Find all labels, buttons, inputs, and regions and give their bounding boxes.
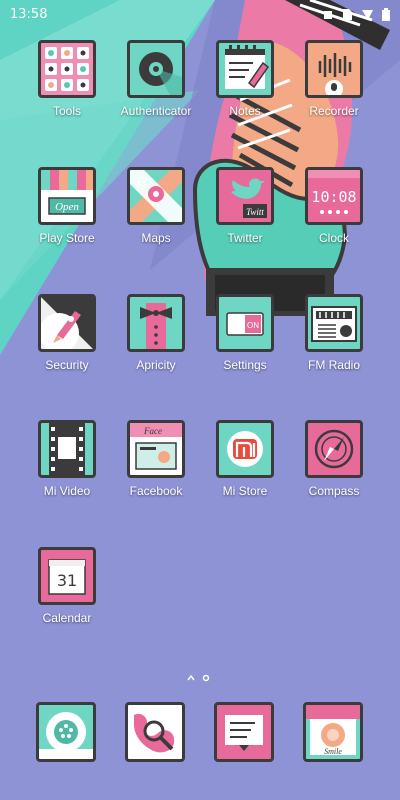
app-label: Apricity: [136, 358, 176, 372]
apricity-icon: [127, 294, 185, 352]
clock-time: 13:58: [10, 7, 48, 22]
notes-icon: [216, 40, 274, 98]
twitter-sign: Twitt: [246, 207, 264, 217]
app-label: Recorder: [309, 104, 359, 118]
app-mi-video[interactable]: Mi Video: [22, 420, 112, 514]
app-tools[interactable]: Tools: [22, 40, 112, 134]
app-label: Clock: [318, 231, 349, 245]
app-recorder[interactable]: Recorder: [289, 40, 379, 134]
app-authenticator[interactable]: Authenticator: [111, 40, 201, 134]
app-twitter[interactable]: Twitt Twitter: [200, 167, 290, 261]
mi-store-icon: [216, 420, 274, 478]
app-label: Compass: [308, 484, 360, 498]
app-label: Tools: [52, 104, 81, 118]
app-calendar[interactable]: 31 Calendar: [22, 547, 112, 641]
app-notes[interactable]: Notes: [200, 40, 290, 134]
play-store-sign: Open: [55, 201, 79, 213]
app-label: Authenticator: [120, 104, 192, 118]
browser-icon: [125, 702, 185, 762]
camera-icon: Smile: [303, 702, 363, 762]
app-settings[interactable]: ON Settings: [200, 294, 290, 388]
battery-icon: [382, 8, 390, 21]
maps-icon: G: [127, 167, 185, 225]
dock-phone[interactable]: [21, 702, 111, 796]
app-label: Play Store: [39, 231, 95, 245]
app-label: Notes: [229, 104, 261, 118]
calendar-day: 31: [57, 571, 77, 590]
clock-icon: 10:08: [305, 167, 363, 225]
settings-icon: ON: [216, 294, 274, 352]
status-bar: 13:58: [0, 0, 400, 30]
page-dots: [187, 674, 210, 682]
compass-icon: [305, 420, 363, 478]
dock-camera[interactable]: Smile: [288, 702, 378, 796]
status-icons: [322, 8, 390, 21]
security-icon: [38, 294, 96, 352]
app-fm-radio[interactable]: FM Radio: [289, 294, 379, 388]
mi-video-icon: [38, 420, 96, 478]
page-indicator: [186, 672, 214, 686]
fm-radio-icon: [305, 294, 363, 352]
app-label: Calendar: [42, 611, 92, 625]
clock-digits: 10:08: [311, 188, 356, 206]
sim-icon: [343, 9, 352, 20]
app-play-store[interactable]: Open Play Store: [22, 167, 112, 261]
notification-icon: [324, 10, 332, 19]
app-label: Mi Store: [222, 484, 268, 498]
dock-browser[interactable]: [110, 702, 200, 796]
facebook-sign: Face: [143, 426, 162, 436]
twitter-icon: Twitt: [216, 167, 274, 225]
app-label: Twitter: [227, 231, 263, 245]
phone-dialer-icon: [36, 702, 96, 762]
app-label: FM Radio: [307, 358, 360, 372]
dock-messages[interactable]: [199, 702, 289, 796]
facebook-icon: Face: [127, 420, 185, 478]
app-clock[interactable]: 10:08 Clock: [289, 167, 379, 261]
app-facebook[interactable]: Face Facebook: [111, 420, 201, 514]
settings-toggle-text: ON: [247, 321, 259, 330]
app-security[interactable]: Security: [22, 294, 112, 388]
app-label: Settings: [223, 358, 267, 372]
app-apricity[interactable]: Apricity: [111, 294, 201, 388]
authenticator-icon: [127, 40, 185, 98]
tools-icon: [38, 40, 96, 98]
maps-letter: G: [137, 174, 147, 189]
app-label: Mi Video: [43, 484, 91, 498]
app-maps[interactable]: G Maps: [111, 167, 201, 261]
play-store-icon: Open: [38, 167, 96, 225]
recorder-icon: [305, 40, 363, 98]
app-label: Security: [45, 358, 89, 372]
messages-icon: [214, 702, 274, 762]
camera-sign: Smile: [324, 747, 342, 756]
signal-icon: [362, 10, 373, 20]
app-label: Maps: [141, 231, 171, 245]
calendar-icon: 31: [38, 547, 96, 605]
app-label: Facebook: [129, 484, 183, 498]
app-compass[interactable]: Compass: [289, 420, 379, 514]
app-mi-store[interactable]: Mi Store: [200, 420, 290, 514]
